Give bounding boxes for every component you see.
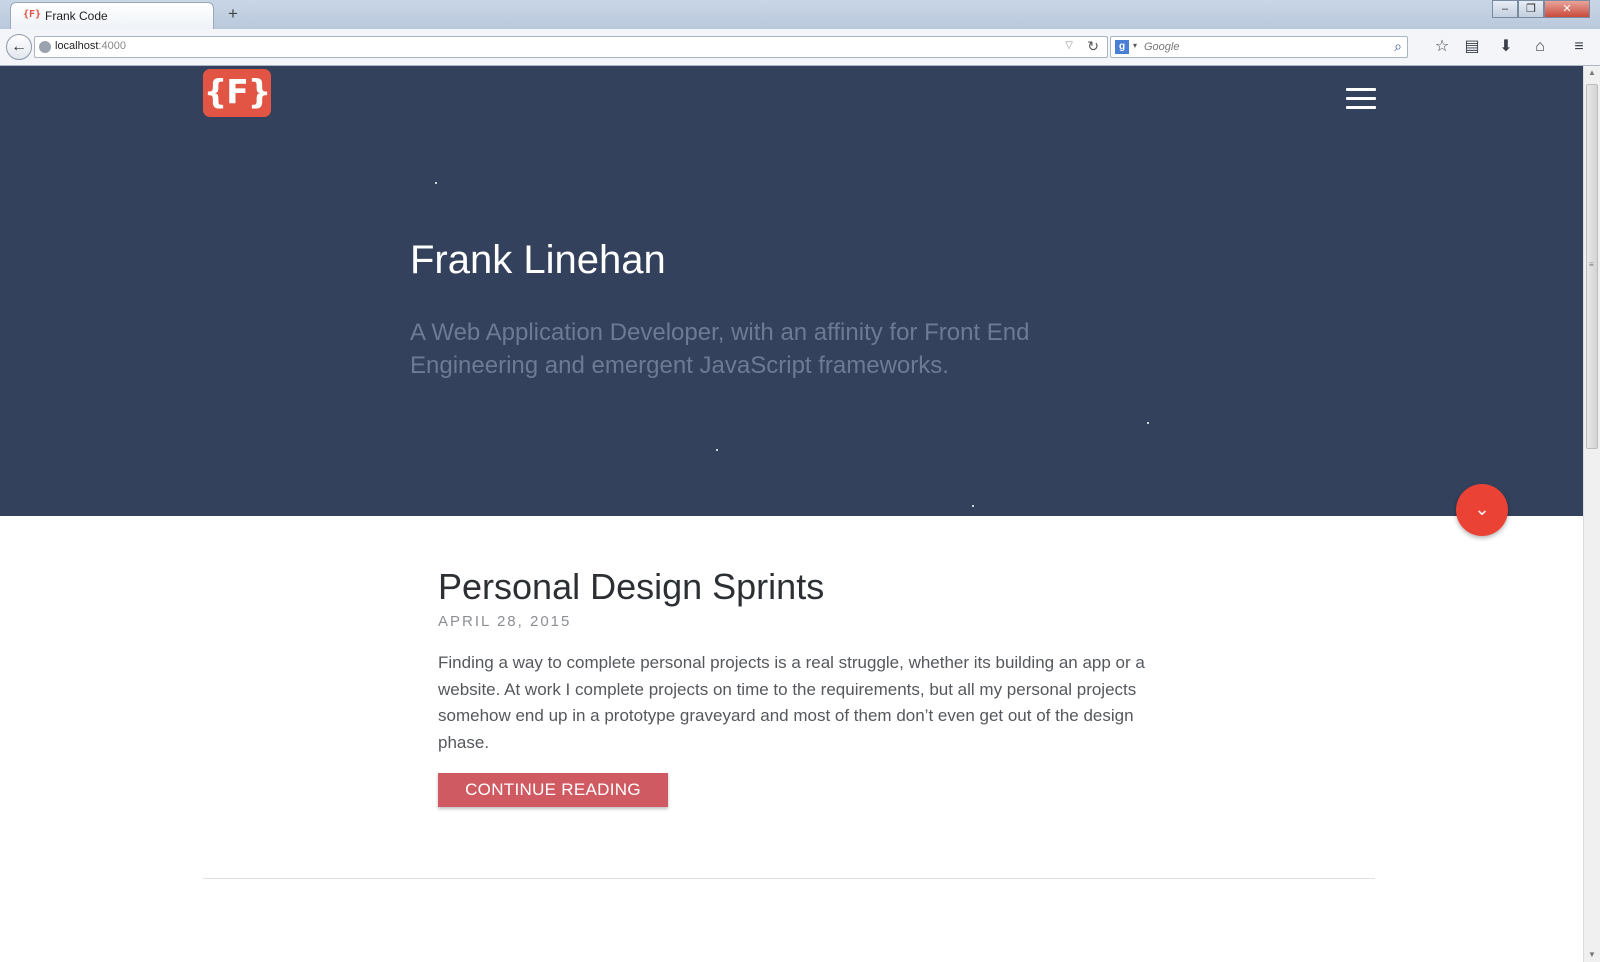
- hamburger-menu-icon[interactable]: [1346, 88, 1376, 110]
- hero-section: {F} Frank Linehan A Web Application Deve…: [0, 66, 1583, 516]
- post-divider: [203, 878, 1375, 879]
- page-viewport: {F} Frank Linehan A Web Application Deve…: [0, 66, 1583, 962]
- star-decoration: [1147, 422, 1149, 424]
- continue-reading-button[interactable]: CONTINUE READING: [438, 773, 668, 807]
- tab-favicon-icon: {F}: [23, 9, 42, 20]
- url-port: :4000: [98, 40, 126, 52]
- post-title[interactable]: Personal Design Sprints: [438, 566, 824, 608]
- post-date: APRIL 28, 2015: [438, 613, 572, 630]
- star-decoration: [716, 449, 718, 451]
- search-engine-icon[interactable]: g: [1115, 40, 1129, 54]
- download-icon[interactable]: ⬇: [1494, 36, 1518, 58]
- star-decoration: [435, 182, 437, 184]
- search-input[interactable]: Google: [1144, 41, 1179, 53]
- restore-button[interactable]: ❐: [1518, 0, 1544, 18]
- reading-list-icon[interactable]: ▤: [1460, 36, 1484, 58]
- address-bar[interactable]: localhost:4000 ▽ ↻: [34, 36, 1108, 58]
- url-text: localhost:4000: [55, 40, 126, 52]
- reload-icon[interactable]: ↻: [1087, 38, 1099, 55]
- hamburger-line: [1346, 106, 1376, 109]
- browser-titlebar: {F} Frank Code + – ❐ ✕: [0, 0, 1600, 29]
- search-engine-caret-icon[interactable]: ▾: [1133, 41, 1137, 50]
- back-button[interactable]: ←: [6, 34, 32, 60]
- bookmark-star-icon[interactable]: ☆: [1430, 36, 1454, 58]
- browser-navbar: ← localhost:4000 ▽ ↻ g ▾ Google ⌕ ☆ ▤ ⬇ …: [0, 29, 1600, 66]
- new-tab-button[interactable]: +: [224, 4, 242, 24]
- scrollbar-thumb[interactable]: ≡: [1586, 84, 1598, 449]
- page-scrollbar[interactable]: ▲ ≡ ▼: [1583, 66, 1600, 962]
- minimize-button[interactable]: –: [1492, 0, 1518, 18]
- hamburger-line: [1346, 88, 1376, 91]
- star-decoration: [972, 505, 974, 507]
- tab-title: Frank Code: [45, 9, 108, 23]
- menu-icon[interactable]: ≡: [1567, 36, 1591, 58]
- back-arrow-icon: ←: [11, 38, 27, 55]
- close-window-button[interactable]: ✕: [1544, 0, 1590, 18]
- chevron-down-icon: ⌄: [1474, 499, 1490, 519]
- hero-tagline: A Web Application Developer, with an aff…: [410, 319, 1030, 379]
- globe-icon: [39, 41, 51, 53]
- search-icon[interactable]: ⌕: [1394, 38, 1402, 55]
- url-host: localhost: [55, 40, 99, 52]
- scroll-up-arrow-icon[interactable]: ▲: [1584, 66, 1600, 80]
- scroll-down-arrow-icon[interactable]: ▼: [1584, 948, 1600, 962]
- hero-name: Frank Linehan: [410, 238, 666, 282]
- scroll-down-button[interactable]: ⌄: [1456, 484, 1508, 536]
- site-logo[interactable]: {F}: [203, 69, 271, 117]
- search-bar[interactable]: g ▾ Google ⌕: [1110, 36, 1408, 58]
- home-icon[interactable]: ⌂: [1528, 36, 1552, 58]
- scrollbar-grip-icon: ≡: [1589, 260, 1594, 269]
- browser-tab[interactable]: {F} Frank Code: [10, 2, 214, 29]
- hamburger-line: [1346, 97, 1376, 100]
- url-dropdown-icon[interactable]: ▽: [1065, 40, 1073, 51]
- post-excerpt: Finding a way to complete personal proje…: [438, 653, 1145, 752]
- window-controls: – ❐ ✕: [1492, 0, 1590, 18]
